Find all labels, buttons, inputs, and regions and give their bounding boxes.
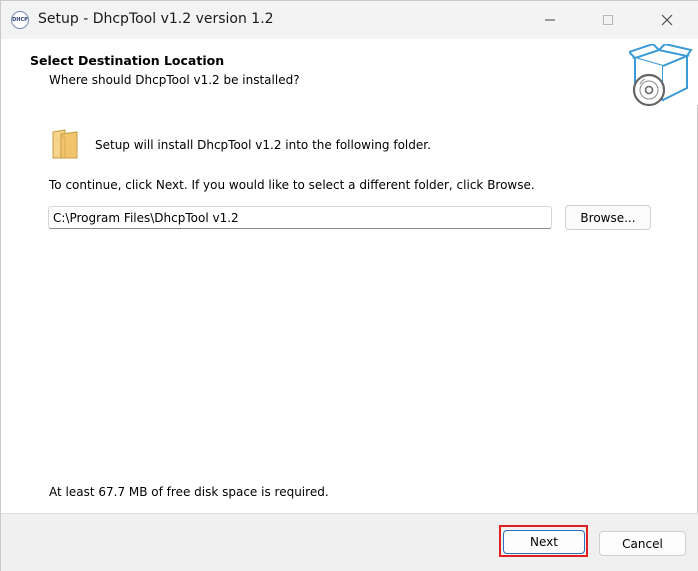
minimize-icon [545,19,555,21]
close-button[interactable] [644,1,690,39]
next-button[interactable]: Next [503,530,585,554]
wizard-header: Select Destination Location Where should… [1,39,698,107]
minimize-button[interactable] [527,1,573,39]
app-icon: DHCP [11,11,29,29]
disk-space-text: At least 67.7 MB of free disk space is r… [49,485,329,499]
instructions-text: To continue, click Next. If you would li… [49,178,535,192]
browse-button[interactable]: Browse... [565,205,651,230]
page-subtitle: Where should DhcpTool v1.2 be installed? [49,73,300,87]
cancel-button[interactable]: Cancel [599,531,686,556]
title-bar[interactable]: DHCP Setup - DhcpTool v1.2 version 1.2 [1,1,698,39]
box-with-disc-icon [629,44,693,107]
close-icon [661,14,673,26]
window-title: Setup - DhcpTool v1.2 version 1.2 [38,11,274,27]
folder-icon [52,129,78,159]
wizard-footer: Next Cancel [1,513,698,571]
page-title: Select Destination Location [30,53,225,68]
setup-window: DHCP Setup - DhcpTool v1.2 version 1.2 S… [0,0,698,571]
maximize-icon [603,15,613,25]
destination-path-input[interactable] [48,206,552,229]
maximize-button[interactable] [585,1,631,39]
install-intro-text: Setup will install DhcpTool v1.2 into th… [95,138,431,152]
